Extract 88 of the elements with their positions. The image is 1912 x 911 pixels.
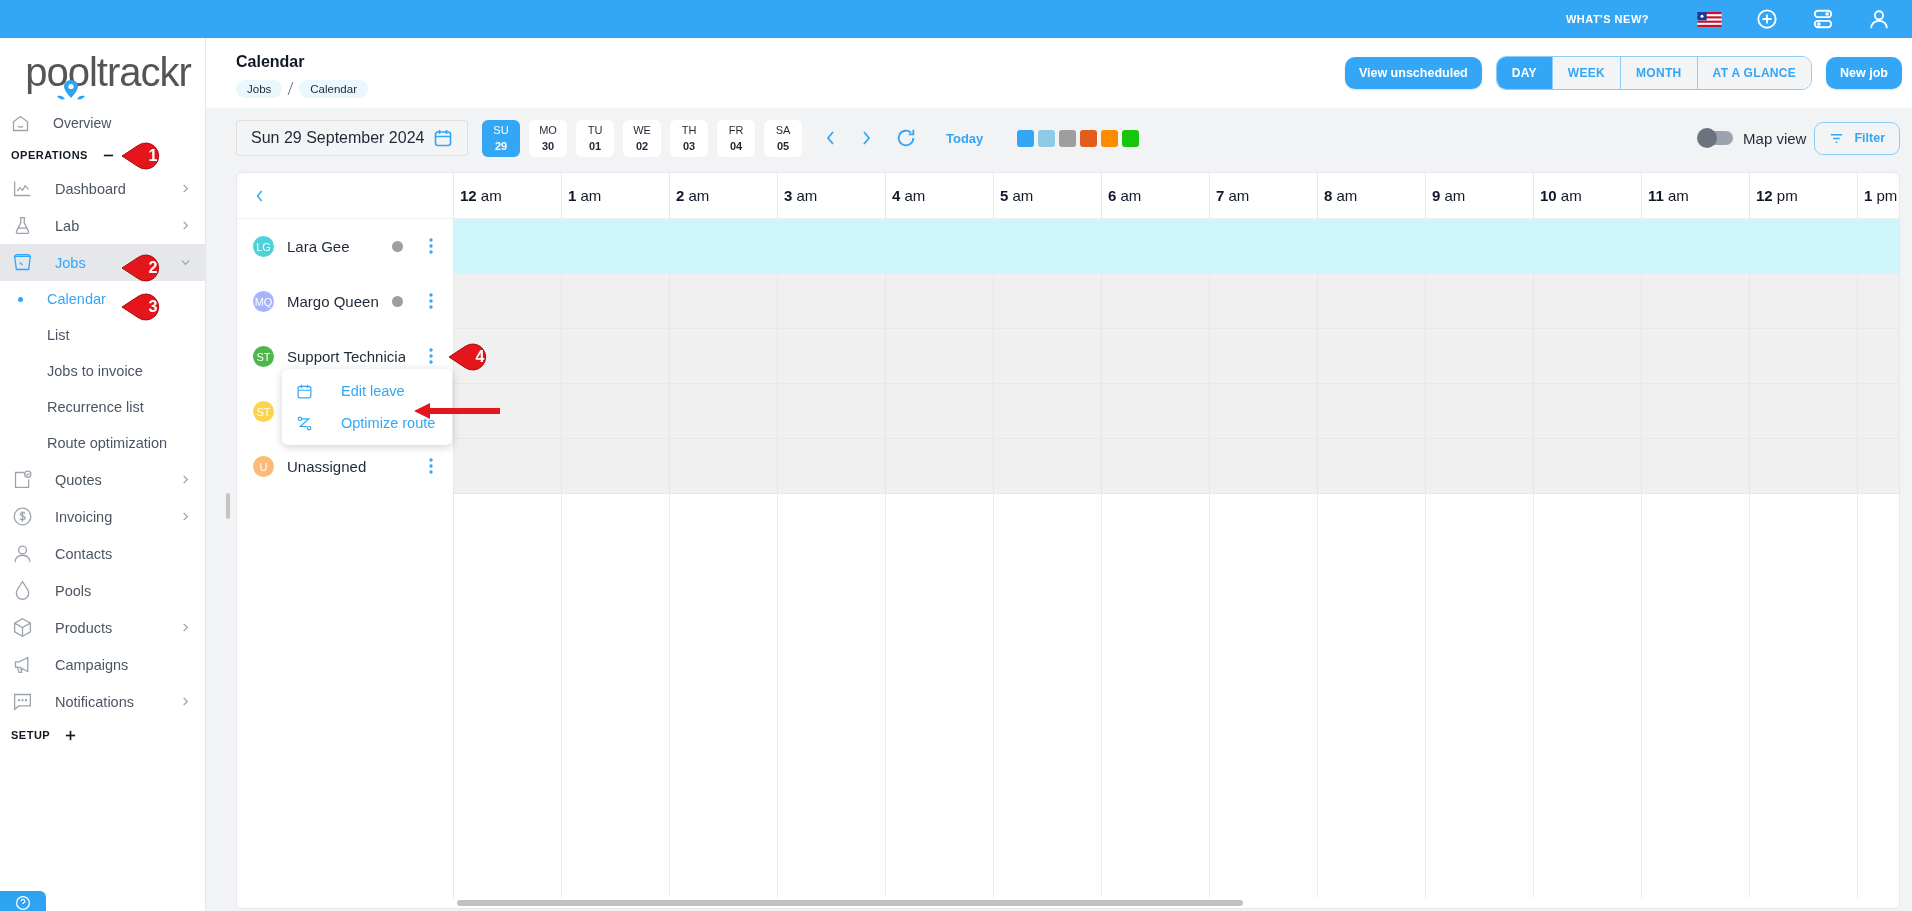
avatar: LG	[253, 236, 274, 257]
map-view-label: Map view	[1743, 129, 1807, 147]
color-filter[interactable]	[1101, 129, 1119, 147]
flag-icon[interactable]	[1697, 11, 1722, 27]
calendar-icon	[296, 382, 313, 400]
bucket-icon	[12, 252, 33, 273]
resize-handle[interactable]	[226, 493, 230, 519]
page-title: Calendar	[236, 52, 306, 71]
hour-label: 12 am	[460, 187, 502, 204]
hour-label: 6 am	[1108, 187, 1142, 204]
sidebar-item[interactable]: Notifications	[0, 683, 205, 720]
help-button[interactable]	[0, 891, 46, 911]
hour-label: 8 am	[1324, 187, 1358, 204]
add-icon[interactable]	[1756, 8, 1778, 30]
chevron-icon[interactable]	[180, 183, 191, 194]
more-icon[interactable]	[428, 347, 434, 365]
day-chip[interactable]: WE 02	[623, 119, 661, 157]
sidebar-subitem[interactable]: Recurrence list	[0, 389, 205, 425]
map-view-switch[interactable]	[1699, 131, 1734, 145]
date-field[interactable]: Sun 29 September 2024	[236, 120, 468, 156]
hour-label: 9 am	[1432, 187, 1466, 204]
section-title: SETUP	[11, 729, 51, 741]
resource-name: Margo Queen	[287, 293, 380, 310]
avatar: MQ	[253, 291, 274, 312]
hour-label: 4 am	[892, 187, 926, 204]
user-icon[interactable]	[1868, 8, 1890, 30]
expand-icon[interactable]	[64, 728, 78, 742]
chevron-icon[interactable]	[180, 622, 191, 633]
route-icon	[296, 414, 313, 432]
color-filter[interactable]	[1122, 129, 1140, 147]
sidebar-item[interactable]: Contacts	[0, 535, 205, 572]
resource-name: Unassigned	[287, 458, 368, 475]
day-chip[interactable]: TU 01	[576, 119, 614, 157]
hour-label: 5 am	[1000, 187, 1034, 204]
sidebar-item[interactable]: Pools	[0, 572, 205, 609]
hour-label: 12 pm	[1756, 187, 1798, 204]
more-icon[interactable]	[428, 292, 434, 310]
sidebar-item[interactable]: Products	[0, 609, 205, 646]
sidebar-item[interactable]: Campaigns	[0, 646, 205, 683]
breadcrumb-link[interactable]: Jobs	[236, 79, 283, 98]
sidebar-item[interactable]: Lab	[0, 207, 205, 244]
hour-label: 11 am	[1648, 187, 1689, 204]
more-icon[interactable]	[428, 457, 434, 475]
calendar-icon[interactable]	[433, 128, 453, 148]
hour-label: 2 am	[676, 187, 710, 204]
chevron-icon[interactable]	[180, 696, 191, 707]
box-icon	[12, 617, 33, 638]
chat-icon	[12, 691, 33, 712]
dollar-icon	[12, 506, 33, 527]
person-icon	[12, 543, 33, 564]
toggles-icon[interactable]	[1812, 8, 1834, 30]
sidebar-subitem[interactable]: List	[0, 317, 205, 353]
chevron-icon[interactable]	[180, 257, 191, 268]
breadcrumb-link[interactable]: Calendar	[299, 79, 368, 98]
help-icon	[15, 895, 31, 911]
previous-icon[interactable]	[825, 130, 837, 146]
color-filter[interactable]	[1080, 129, 1098, 147]
color-filter[interactable]	[1038, 129, 1056, 147]
quote-icon	[12, 469, 33, 490]
hour-label: 10 am	[1540, 187, 1582, 204]
hour-label: 3 am	[784, 187, 818, 204]
refresh-icon[interactable]	[895, 127, 917, 149]
sidebar-subitem[interactable]: Route optimization	[0, 425, 205, 461]
hour-label: 7 am	[1216, 187, 1250, 204]
sidebar-item[interactable]: Overview	[0, 106, 205, 140]
sidebar-item[interactable]: Quotes	[0, 461, 205, 498]
sidebar-subitem[interactable]: Jobs to invoice	[0, 353, 205, 389]
chevron-icon[interactable]	[180, 511, 191, 522]
next-icon[interactable]	[860, 130, 872, 146]
avatar: ST	[253, 346, 274, 367]
section-title: OPERATIONS	[11, 149, 88, 161]
chevron-icon[interactable]	[180, 474, 191, 485]
day-chip[interactable]: TH 03	[670, 119, 708, 157]
more-icon[interactable]	[428, 237, 434, 255]
avatar: ST	[253, 401, 274, 422]
sidebar-item[interactable]: Invoicing	[0, 498, 205, 535]
hour-label: 1 am	[568, 187, 602, 204]
sidebar-item[interactable]: Dashboard	[0, 170, 205, 207]
color-filter[interactable]	[1017, 129, 1035, 147]
scrollbar[interactable]	[457, 900, 1243, 906]
day-chip[interactable]: SA 05	[764, 119, 802, 157]
chevron-icon[interactable]	[180, 220, 191, 231]
hour-label: 1 pm	[1864, 187, 1898, 204]
day-chip[interactable]: FR 04	[717, 119, 755, 157]
avatar: U	[253, 456, 274, 477]
resource-name: Lara Gee	[287, 238, 351, 255]
day-chip[interactable]: MO 30	[529, 119, 567, 157]
color-filter[interactable]	[1059, 129, 1077, 147]
